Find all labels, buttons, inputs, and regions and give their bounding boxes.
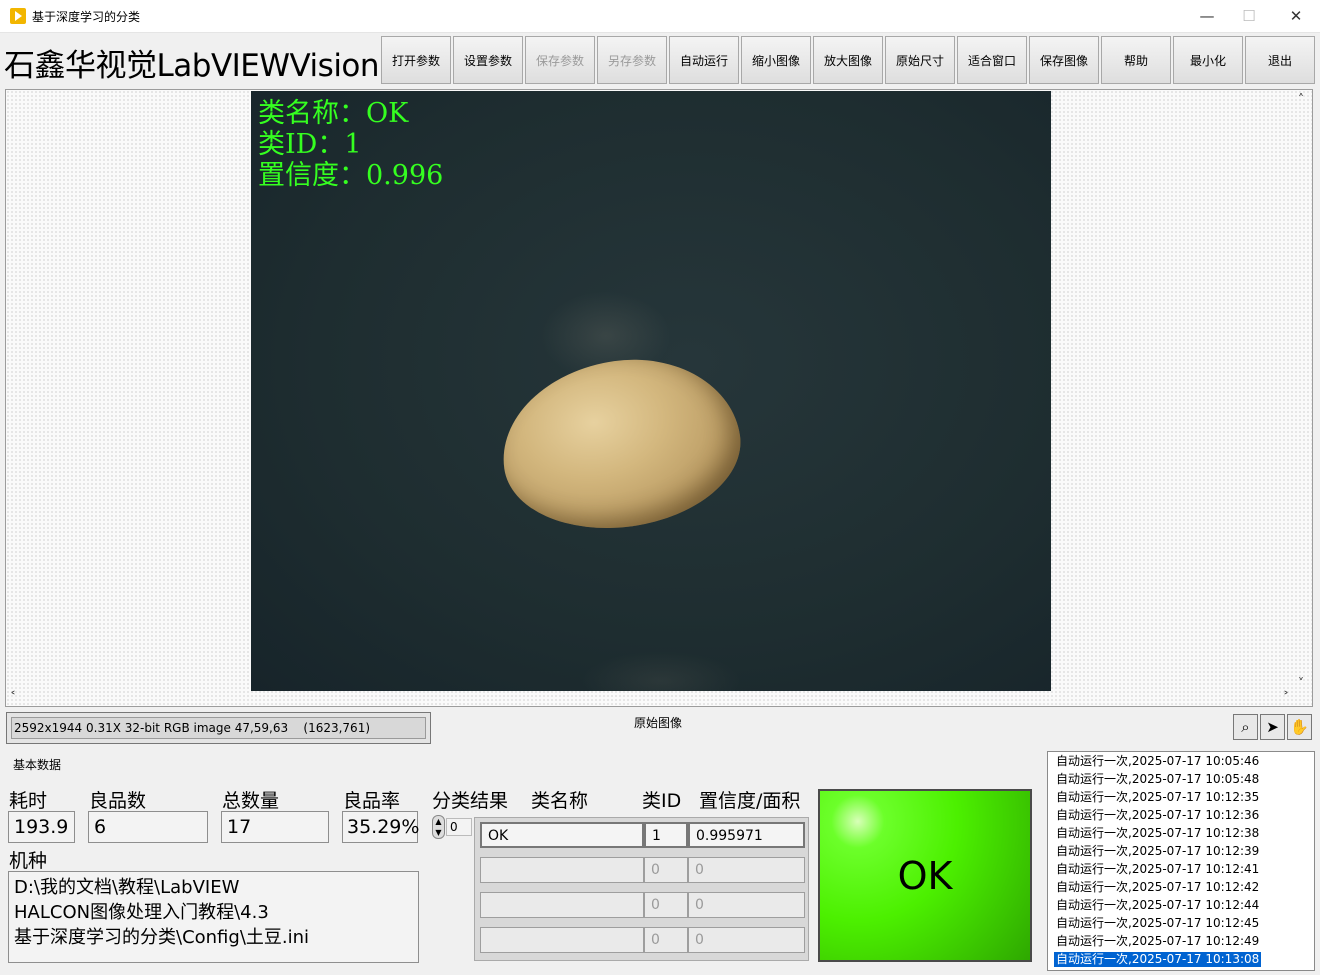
column-header-confidence: 置信度/面积	[699, 790, 801, 812]
image-caption: 原始图像	[634, 716, 683, 730]
brand-title: 石鑫华视觉LabVIEWVision	[4, 48, 380, 84]
title-bar	[0, 0, 1320, 33]
log-entry[interactable]: 自动运行一次,2025-07-17 10:13:08	[1054, 952, 1262, 967]
log-entry[interactable]: 自动运行一次,2025-07-17 10:05:46	[1054, 754, 1261, 769]
log-entry[interactable]: 自动运行一次,2025-07-17 10:05:48	[1054, 772, 1261, 787]
toolbar-button-10[interactable]: 帮助	[1101, 36, 1171, 84]
toolbar-button-11[interactable]: 最小化	[1173, 36, 1243, 84]
result-cell: 0	[688, 892, 805, 918]
log-entry[interactable]: 自动运行一次,2025-07-17 10:12:45	[1054, 916, 1261, 931]
zoom-tool-icon[interactable]: ⌕	[1233, 714, 1258, 740]
toolbar-button-9[interactable]: 保存图像	[1029, 36, 1099, 84]
scroll-left-arrow-icon[interactable]: ˂	[10, 690, 16, 704]
result-cell	[480, 927, 644, 953]
result-cell: 0.995971	[688, 822, 805, 848]
scroll-up-arrow-icon[interactable]: ˄	[1298, 92, 1304, 106]
toolbar-button-1[interactable]: 设置参数	[453, 36, 523, 84]
log-entry[interactable]: 自动运行一次,2025-07-17 10:12:41	[1054, 862, 1261, 877]
result-cell: 0	[644, 927, 688, 953]
model-config-path: D:\我的文档\教程\LabVIEW HALCON图像处理入门教程\4.3 基于…	[8, 871, 419, 963]
toolbar-button-2[interactable]: 保存参数	[525, 36, 595, 84]
column-header-class-name: 类名称	[531, 790, 589, 812]
log-entry[interactable]: 自动运行一次,2025-07-17 10:12:42	[1054, 880, 1261, 895]
background-texture	[581, 651, 741, 691]
model-path-line: D:\我的文档\教程\LabVIEW	[14, 877, 240, 898]
window-title: 基于深度学习的分类	[32, 10, 141, 24]
total-count-label: 总数量	[222, 790, 280, 812]
toolbar-button-5[interactable]: 缩小图像	[741, 36, 811, 84]
result-cell: OK	[480, 822, 644, 848]
good-count-value: 6	[88, 811, 208, 843]
log-entry[interactable]: 自动运行一次,2025-07-17 10:12:49	[1054, 934, 1261, 949]
result-cell: 0	[644, 857, 688, 883]
result-cell	[480, 892, 644, 918]
pointer-tool-icon[interactable]: ➤	[1260, 714, 1285, 740]
yield-value: 35.29%	[342, 811, 419, 843]
result-cell	[480, 857, 644, 883]
elapsed-value: 193.9	[8, 811, 75, 843]
result-index-input[interactable]: 0	[446, 818, 472, 836]
results-label: 分类结果	[432, 790, 509, 812]
yield-label: 良品率	[343, 790, 401, 812]
toolbar-button-7[interactable]: 原始尺寸	[885, 36, 955, 84]
scroll-right-arrow-icon[interactable]: ˃	[1283, 690, 1289, 704]
close-window-button[interactable]: ✕	[1273, 0, 1319, 32]
scroll-down-arrow-icon[interactable]: ˅	[1298, 676, 1304, 690]
toolbar-button-0[interactable]: 打开参数	[381, 36, 451, 84]
app-icon	[10, 8, 26, 24]
result-cell: 1	[644, 822, 688, 848]
column-header-class-id: 类ID	[642, 790, 682, 812]
log-entry[interactable]: 自动运行一次,2025-07-17 10:12:38	[1054, 826, 1261, 841]
toolbar-button-12[interactable]: 退出	[1245, 36, 1315, 84]
overlay-confidence: 置信度：0.996	[258, 160, 444, 191]
result-cell: 0	[688, 927, 805, 953]
result-cell: 0	[688, 857, 805, 883]
result-indicator-lamp: OK	[818, 789, 1032, 962]
elapsed-label: 耗时	[9, 790, 48, 812]
model-label: 机种	[9, 850, 48, 872]
image-info-text: 2592x1944 0.31X 32-bit RGB image 47,59,6…	[11, 717, 426, 739]
run-log-list[interactable]: 自动运行一次,2025-07-17 10:05:46 自动运行一次,2025-07…	[1047, 751, 1315, 971]
toolbar-button-8[interactable]: 适合窗口	[957, 36, 1027, 84]
toolbar-button-6[interactable]: 放大图像	[813, 36, 883, 84]
model-path-line: 基于深度学习的分类\Config\土豆.ini	[14, 927, 310, 948]
toolbar-button-4[interactable]: 自动运行	[669, 36, 739, 84]
model-path-line: HALCON图像处理入门教程\4.3	[14, 902, 269, 923]
overlay-class-id: 类ID：1	[258, 129, 362, 160]
log-entry[interactable]: 自动运行一次,2025-07-17 10:12:35	[1054, 790, 1261, 805]
log-entry[interactable]: 自动运行一次,2025-07-17 10:12:36	[1054, 808, 1261, 823]
log-entry[interactable]: 自动运行一次,2025-07-17 10:12:39	[1054, 844, 1261, 859]
log-entry[interactable]: 自动运行一次,2025-07-17 10:12:44	[1054, 898, 1261, 913]
result-cell: 0	[644, 892, 688, 918]
overlay-class-name: 类名称：OK	[258, 98, 409, 129]
potato-object	[491, 345, 751, 543]
pan-tool-icon[interactable]: ✋	[1287, 714, 1312, 740]
minimize-window-button[interactable]: —	[1184, 0, 1230, 32]
inspection-image: 类名称：OK 类ID：1 置信度：0.996	[251, 91, 1051, 691]
index-spinner-arrows-icon[interactable]: ▲ ▼	[432, 815, 445, 839]
maximize-window-button[interactable]: ☐	[1226, 0, 1272, 32]
good-count-label: 良品数	[89, 790, 147, 812]
basic-data-title: 基本数据	[13, 758, 62, 772]
total-count-value: 17	[221, 811, 329, 843]
toolbar-button-3[interactable]: 另存参数	[597, 36, 667, 84]
